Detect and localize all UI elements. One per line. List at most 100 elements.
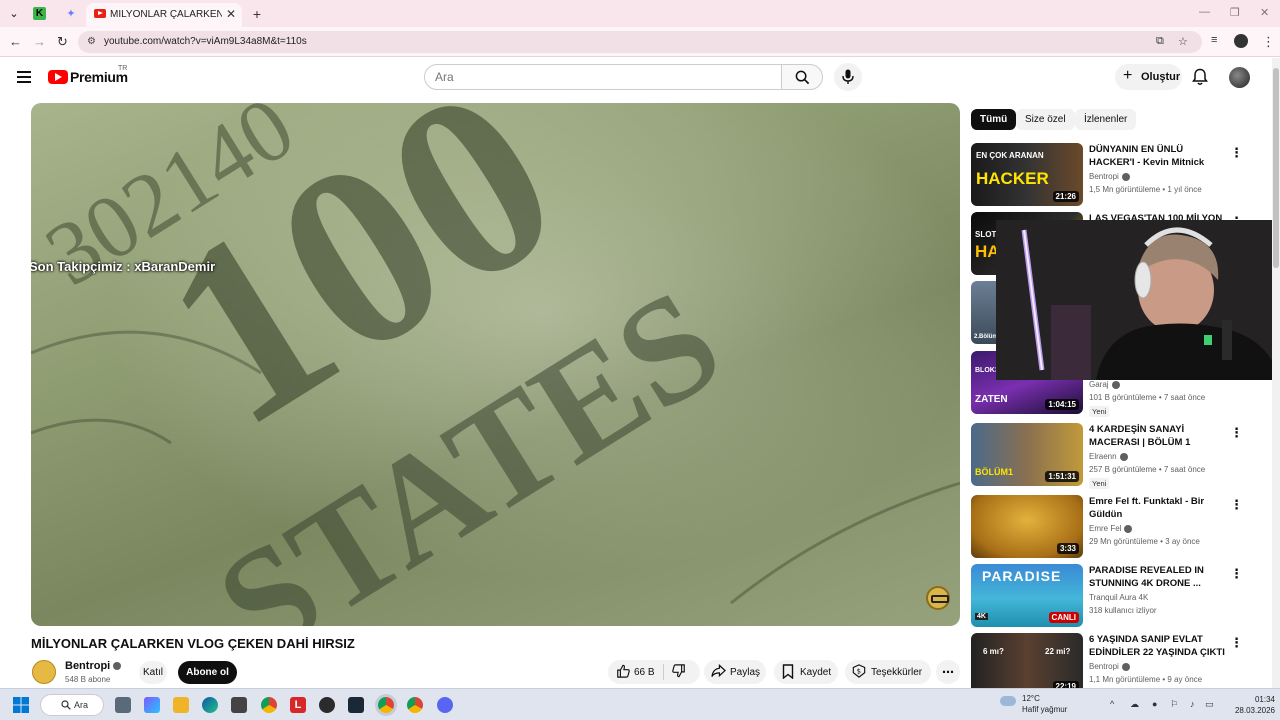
more-horizontal-icon: ⋯ [942, 665, 954, 679]
close-tab-icon[interactable]: ✕ [226, 7, 236, 21]
save-button[interactable]: Kaydet [774, 660, 838, 684]
chip-all[interactable]: Tümü [971, 109, 1017, 130]
channel-name-row[interactable]: Bentropi [65, 660, 122, 672]
address-bar[interactable]: ⚙ youtube.com/watch?v=viAm9L34a8M&t=110s… [78, 31, 1202, 53]
taskbar-search[interactable]: Ara [40, 694, 104, 716]
thumbs-down-icon[interactable] [672, 664, 686, 678]
thumb-caption-main: ZATEN [975, 394, 1008, 405]
channel-avatar[interactable] [32, 660, 56, 684]
language-icon[interactable]: ⚐ [1170, 699, 1178, 710]
recommendation-title[interactable]: DÜNYANIN EN ÜNLÜ HACKER'I - Kevin Mitnic… [1089, 143, 1229, 169]
search-button[interactable] [781, 64, 823, 90]
video-thumbnail[interactable]: 3:33 [971, 495, 1083, 558]
bookmark-star-icon[interactable]: ☆ [1178, 35, 1188, 48]
channel-watermark-icon[interactable] [926, 586, 950, 610]
more-options-icon[interactable]: ⋮ [1230, 566, 1243, 582]
more-options-icon[interactable]: ⋮ [1230, 425, 1243, 441]
voice-search-button[interactable] [834, 63, 862, 91]
subscribe-button[interactable]: Abone ol [178, 661, 237, 684]
more-actions-button[interactable]: ⋯ [936, 660, 960, 684]
windows-start-icon[interactable] [13, 697, 29, 713]
tab-search-icon[interactable]: ⌄ [5, 5, 23, 23]
share-button[interactable]: Paylaş [704, 660, 766, 684]
recommendation-title[interactable]: 4 KARDEŞİN SANAYİ MACERASI | BÖLÜM 1 [1089, 423, 1229, 449]
tab-youtube[interactable]: MİLYONLAR ÇALARKEN VLOG ÇEKEN DAHİ HIRSI… [86, 3, 242, 27]
recommendation-meta: 257 B görüntüleme • 7 saat önce [1089, 465, 1206, 474]
recommendation-channel-row[interactable]: Elraenn [1089, 452, 1128, 461]
thanks-button[interactable]: $ Teşekkürler [845, 660, 931, 684]
microphone-tray-icon[interactable]: ● [1152, 699, 1157, 709]
media-control-icon[interactable]: ≡ [1211, 34, 1217, 46]
volume-icon[interactable]: ♪ [1190, 699, 1195, 709]
create-button[interactable]: + Oluştur [1115, 64, 1182, 90]
app-l-icon[interactable]: L [290, 697, 306, 713]
chrome-active-icon[interactable] [378, 697, 394, 713]
join-button[interactable]: Katıl [139, 661, 167, 684]
restore-icon[interactable]: ❐ [1230, 6, 1240, 19]
video-player[interactable]: 302140 100 STATES Son Takipçimiz : xBara… [31, 103, 960, 626]
video-thumbnail[interactable]: PARADISE 4K CANLI [971, 564, 1083, 627]
file-explorer-icon[interactable] [173, 697, 189, 713]
cast-icon[interactable]: ⧉ [1156, 35, 1164, 48]
video-thumbnail[interactable]: BÖLÜM1 1:51:31 [971, 423, 1083, 486]
scrollbar-thumb[interactable] [1273, 68, 1279, 268]
recommendation-item[interactable]: EN ÇOK ARANAN HACKER 21:26 DÜNYANIN EN Ü… [971, 143, 1271, 207]
show-hidden-icons-icon[interactable]: ^ [1110, 699, 1114, 709]
kick-tab-icon[interactable]: K [33, 7, 46, 20]
thanks-label: Teşekkürler [871, 667, 923, 678]
profile-icon[interactable] [1234, 34, 1248, 48]
new-tab-icon[interactable]: + [248, 5, 266, 23]
recommendation-channel-row[interactable]: Emre Fel [1089, 524, 1133, 533]
back-icon[interactable]: ← [9, 34, 22, 49]
gemini-tab-icon[interactable]: ✦ [62, 5, 80, 23]
chrome-profile-icon[interactable] [407, 697, 423, 713]
more-options-icon[interactable]: ⋮ [1230, 635, 1243, 651]
page-scrollbar[interactable] [1272, 58, 1280, 688]
more-options-icon[interactable]: ⋮ [1230, 145, 1243, 161]
recommendation-channel[interactable]: Tranquil Aura 4K [1089, 593, 1148, 602]
notifications-bell-icon[interactable] [1192, 68, 1208, 86]
chrome-icon[interactable] [261, 697, 277, 713]
task-view-icon[interactable] [115, 697, 131, 713]
discord-icon[interactable] [437, 697, 453, 713]
more-options-icon[interactable]: ⋮ [1230, 497, 1243, 513]
minimize-icon[interactable]: — [1199, 6, 1210, 18]
forward-icon[interactable]: → [33, 34, 46, 49]
window-close-icon[interactable]: ✕ [1260, 6, 1269, 19]
steam-icon[interactable] [348, 697, 364, 713]
recommendation-channel-row[interactable]: Bentropi [1089, 662, 1130, 671]
plus-icon: + [1123, 67, 1133, 84]
thumb-caption-top: EN ÇOK ARANAN [976, 151, 1044, 160]
video-thumbnail[interactable]: 6 mı? 22 mi? 22:19 [971, 633, 1083, 696]
site-info-icon[interactable]: ⚙ [87, 36, 96, 47]
recommendation-title[interactable]: 6 YAŞINDA SANIP EVLAT EDİNDİLER 22 YAŞIN… [1089, 633, 1229, 659]
recommendation-channel-row[interactable]: Garaj [1089, 380, 1120, 389]
thumbs-up-icon[interactable] [616, 664, 630, 678]
account-avatar[interactable] [1229, 67, 1250, 88]
recommendation-item[interactable]: BÖLÜM1 1:51:31 4 KARDEŞİN SANAYİ MACERAS… [971, 423, 1271, 489]
reload-icon[interactable]: ↻ [57, 34, 68, 50]
recommendation-title[interactable]: PARADISE REVEALED IN STUNNING 4K DRONE .… [1089, 564, 1229, 590]
browser-menu-icon[interactable]: ⋮ [1262, 34, 1275, 50]
search-input[interactable] [435, 70, 765, 84]
recommendation-title[interactable]: Emre Fel ft. Funktakl - Bir Güldün [1089, 495, 1229, 521]
like-count: 66 B [634, 667, 655, 678]
system-clock[interactable]: 01:34 28.03.2026 [1220, 694, 1275, 716]
thumb-caption-main: HACKER [976, 169, 1049, 188]
recommendation-channel-row[interactable]: Bentropi [1089, 172, 1130, 181]
edge-icon[interactable] [202, 697, 218, 713]
browser-tab-strip: ⌄ K ✦ MİLYONLAR ÇALARKEN VLOG ÇEKEN DAHİ… [0, 0, 1280, 27]
recommendation-channel: Bentropi [1089, 172, 1119, 181]
recommendation-item[interactable]: PARADISE 4K CANLI PARADISE REVEALED IN S… [971, 564, 1271, 628]
video-thumbnail[interactable]: EN ÇOK ARANAN HACKER 21:26 [971, 143, 1083, 206]
recommendation-item[interactable]: 3:33 Emre Fel ft. Funktakl - Bir Güldün … [971, 495, 1271, 559]
github-icon[interactable] [319, 697, 335, 713]
menu-hamburger-icon[interactable] [17, 71, 31, 83]
chip-for-you[interactable]: Size özel [1016, 109, 1075, 130]
copilot-icon[interactable] [144, 697, 160, 713]
battery-icon[interactable]: ▭ [1205, 699, 1214, 710]
onedrive-icon[interactable]: ☁ [1130, 699, 1139, 710]
chip-watched[interactable]: İzlenenler [1075, 109, 1137, 130]
thumb-caption-left: 6 mı? [983, 647, 1004, 656]
store-icon[interactable] [231, 697, 247, 713]
